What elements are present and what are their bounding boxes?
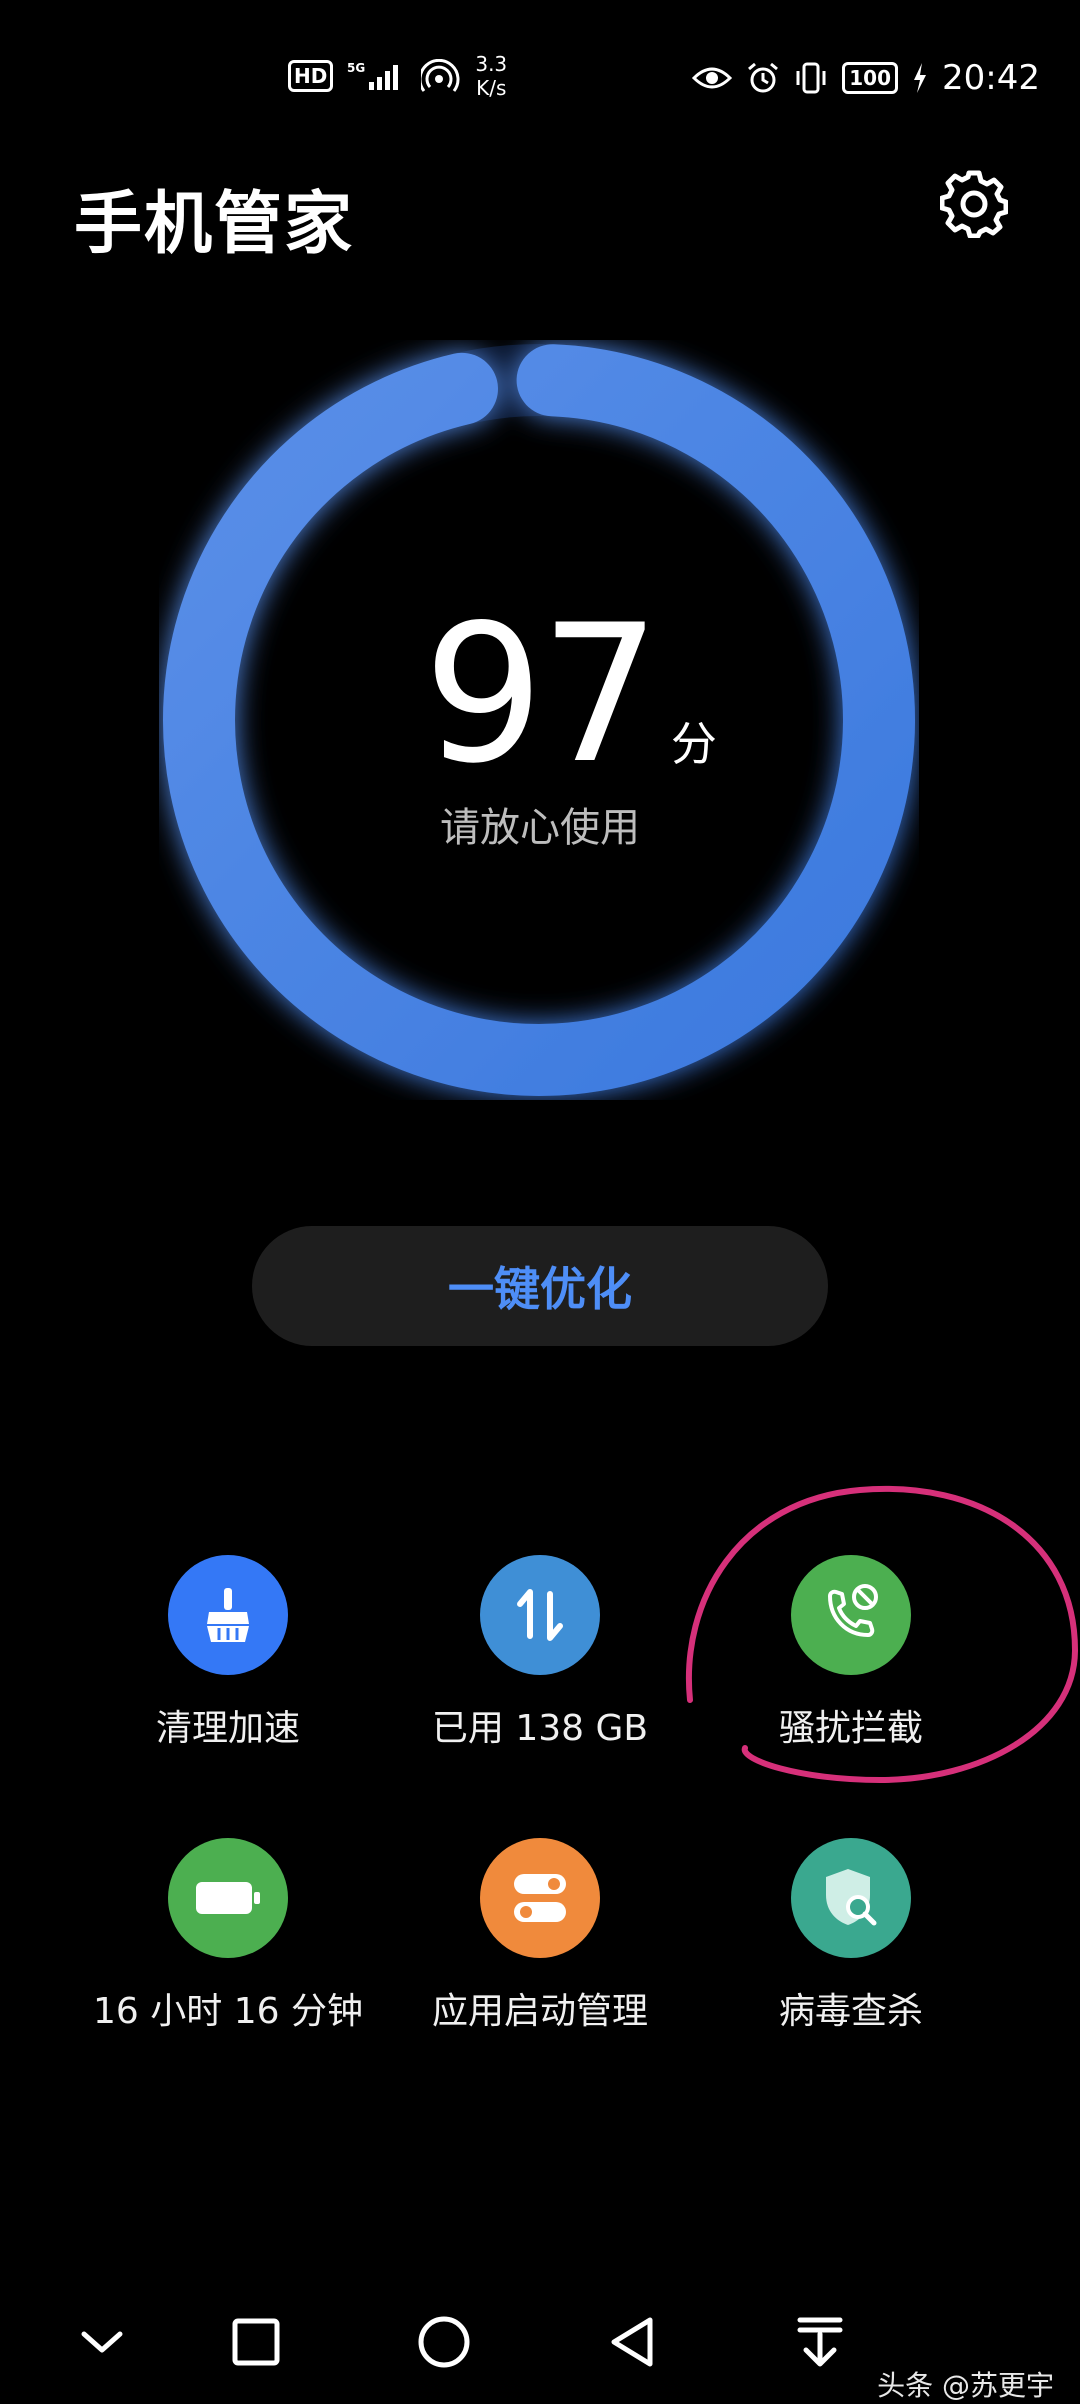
network-speed: 3.3 K/s (475, 52, 507, 100)
hotspot-icon (421, 59, 460, 92)
net-speed-value: 3.3 (475, 52, 508, 76)
one-click-optimize-button[interactable]: 一键优化 (252, 1226, 828, 1346)
feature-harassment-block[interactable]: 骚扰拦截 (686, 1555, 1016, 1751)
feature-storage[interactable]: 已用 138 GB (375, 1555, 705, 1751)
hd-icon: HD (288, 60, 334, 92)
score-value: 97 分 (0, 600, 1080, 790)
score-caption: 请放心使用 (440, 805, 640, 851)
status-right: 100 20:42 (692, 58, 1040, 98)
battery-icon (168, 1838, 288, 1958)
feature-label: 病毒查杀 (778, 1991, 923, 2032)
eye-comfort-icon (692, 67, 733, 89)
broom-icon (168, 1555, 288, 1675)
battery-icon: 100 (842, 62, 899, 94)
shield-search-icon (791, 1838, 911, 1958)
feature-app-launch[interactable]: 应用启动管理 (375, 1838, 705, 2034)
svg-text:5G: 5G (347, 61, 365, 75)
home-icon[interactable] (414, 2312, 474, 2372)
alarm-icon (748, 62, 779, 93)
signal-icon: 5G (347, 61, 399, 90)
net-speed-unit: K/s (476, 76, 507, 100)
feature-virus-scan[interactable]: 病毒查杀 (686, 1838, 1016, 2034)
feature-label: 应用启动管理 (431, 1991, 648, 2032)
feature-clean-speedup[interactable]: 清理加速 (63, 1555, 393, 1751)
phone-block-icon (791, 1555, 911, 1675)
recent-apps-icon[interactable] (226, 2312, 286, 2372)
notification-pull-down-icon[interactable] (790, 2312, 850, 2372)
feature-label: 清理加速 (155, 1708, 300, 1749)
chevron-down-icon[interactable] (72, 2312, 132, 2372)
status-bar: HD 5G 3.3 K/s 100 20:42 (0, 0, 1080, 150)
vibrate-icon (796, 62, 826, 94)
feature-label: 已用 138 GB (431, 1708, 649, 1749)
feature-label: 骚扰拦截 (778, 1708, 923, 1749)
page-title: 手机管家 (74, 185, 355, 264)
gear-icon[interactable] (940, 170, 1008, 238)
toggle-switch-icon (480, 1838, 600, 1958)
feature-label: 16 小时 16 分钟 (93, 1991, 363, 2032)
score-number: 97 (423, 584, 661, 805)
clock: 20:42 (942, 58, 1040, 98)
status-left: HD 5G 3.3 K/s (288, 52, 507, 100)
storage-transfer-icon (480, 1555, 600, 1675)
back-icon[interactable] (602, 2312, 662, 2372)
feature-battery[interactable]: 16 小时 16 分钟 (63, 1838, 393, 2034)
charging-icon (914, 63, 927, 93)
score-unit: 分 (670, 717, 717, 771)
watermark: 头条 @苏更宇 (877, 2369, 1054, 2402)
